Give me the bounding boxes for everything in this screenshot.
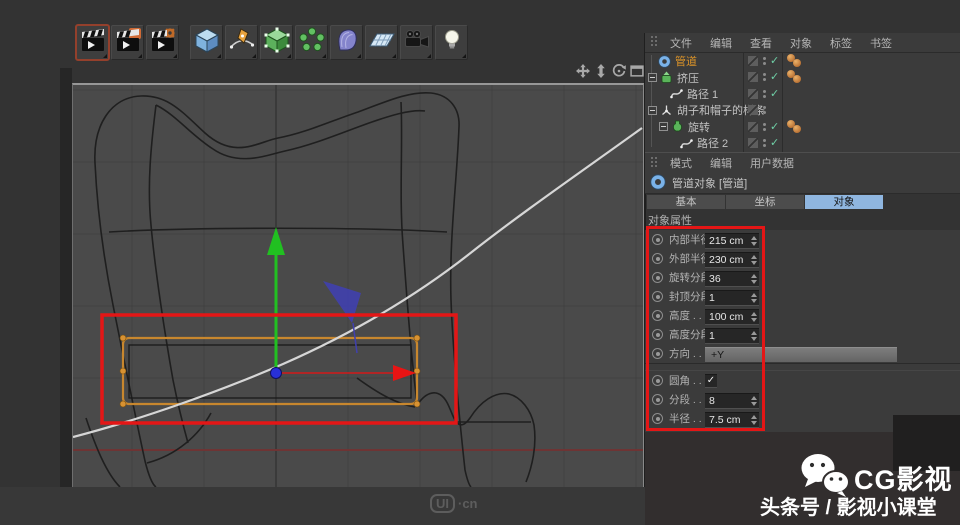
cube-icon [194, 27, 220, 58]
tree-item-extrude[interactable]: 挤压 ✓ [645, 69, 960, 85]
lathe-object-icon [671, 120, 684, 133]
enable-check-icon[interactable]: ✓ [770, 120, 779, 133]
enable-check-icon[interactable]: ✓ [770, 54, 779, 67]
enable-check-icon[interactable]: ✓ [770, 70, 779, 83]
tree-item-null-group[interactable]: 胡子和帽子的样条 [645, 102, 960, 118]
uicn-watermark: UI ·cn [430, 494, 478, 513]
enable-check-icon[interactable]: ✓ [770, 87, 779, 100]
tree-item-path1[interactable]: 路径 1 ✓ [645, 86, 960, 102]
visibility-dots[interactable] [763, 73, 766, 82]
menu-view[interactable]: 查看 [741, 35, 781, 51]
menu-edit2[interactable]: 编辑 [701, 155, 741, 171]
viewport-canvas [72, 85, 643, 523]
render-picture-viewer-button[interactable] [111, 25, 144, 60]
tree-item-path2[interactable]: 路径 2 ✓ [645, 135, 960, 151]
brand-subtitle: 头条号 / 影视小课堂 [760, 497, 937, 519]
menu-file[interactable]: 文件 [661, 35, 701, 51]
layer-toggle[interactable] [748, 121, 758, 132]
tube-object-icon [650, 173, 666, 193]
null-object-icon [660, 104, 673, 117]
hat-wireframe [85, 91, 536, 488]
extrude-object-icon [660, 71, 673, 84]
brand-watermark: CG影视 头条号 / 影视小课堂 [756, 446, 960, 525]
material-tag[interactable] [793, 59, 801, 67]
deformer-button[interactable] [330, 25, 363, 60]
visibility-dots[interactable] [763, 106, 766, 115]
tube-object-icon [658, 54, 671, 68]
visibility-dots[interactable] [763, 122, 766, 131]
cinema4d-window: 文件 编辑 查看 对象 标签 书签 管道 ✓ 挤压 ✓ 路径 1 ✓ 胡子和帽子… [0, 0, 960, 525]
ui-badge: UI [430, 494, 455, 513]
material-tag[interactable] [793, 124, 801, 133]
viewport-controls [574, 63, 644, 83]
visibility-dots[interactable] [763, 138, 766, 147]
dolly-icon[interactable] [594, 63, 608, 83]
clapperboard-gear-icon [150, 28, 176, 57]
clapperboard-icon [80, 28, 106, 57]
menu-bookmarks[interactable]: 书签 [861, 35, 901, 51]
rotate-icon[interactable] [612, 63, 626, 83]
floor-grid-icon [368, 27, 395, 58]
lightbulb-icon [439, 27, 465, 58]
material-tag[interactable] [793, 75, 801, 84]
camera-button[interactable] [400, 25, 433, 60]
pen-icon [229, 27, 255, 58]
make-editable-button[interactable] [260, 25, 293, 60]
object-title-text: 管道对象 [管道] [672, 178, 748, 190]
front-viewport[interactable] [72, 83, 644, 523]
attributes-annotation-rect [646, 226, 765, 431]
render-view-button[interactable] [75, 24, 110, 61]
layer-toggle[interactable] [748, 105, 758, 116]
editable-cube-icon [264, 27, 290, 58]
enable-check-icon[interactable]: ✓ [770, 136, 779, 149]
attribute-manager-menubar: 模式 编辑 用户数据 [645, 152, 960, 174]
array-modeling-button[interactable] [295, 25, 328, 60]
clapperboard-picture-icon [115, 28, 141, 57]
layer-toggle[interactable] [748, 72, 758, 83]
pipe-handles [119, 334, 421, 408]
tree-item-lathe[interactable]: 旋转 ✓ [645, 119, 960, 135]
maximize-view-icon[interactable] [630, 64, 644, 83]
layer-toggle[interactable] [748, 88, 758, 99]
ui-suffix: ·cn [458, 496, 478, 511]
layer-toggle[interactable] [748, 137, 758, 148]
floor-button[interactable] [365, 25, 398, 60]
attribute-tabs: 基本 坐标 对象 [647, 195, 960, 209]
spline-object-icon [670, 87, 683, 100]
deformer-icon [334, 27, 360, 58]
tab-coordinates[interactable]: 坐标 [726, 195, 804, 209]
add-cube-button[interactable] [190, 25, 223, 60]
menu-tags[interactable]: 标签 [821, 35, 861, 51]
visibility-dots[interactable] [763, 57, 766, 65]
object-tree: 管道 ✓ 挤压 ✓ 路径 1 ✓ 胡子和帽子的样条 旋转 ✓ 路径 2 ✓ [645, 53, 960, 152]
tab-object[interactable]: 对象 [805, 195, 883, 209]
collapse-expander[interactable] [659, 122, 668, 132]
collapse-expander[interactable] [648, 105, 657, 115]
pan-icon[interactable] [576, 63, 590, 83]
grip-icon[interactable] [650, 156, 659, 171]
camera-icon [404, 27, 430, 58]
object-manager-menubar: 文件 编辑 查看 对象 标签 书签 [645, 33, 960, 53]
menu-edit[interactable]: 编辑 [701, 35, 741, 51]
grip-icon[interactable] [650, 35, 659, 50]
viewport-left-gutter [60, 68, 72, 487]
main-toolbar [75, 24, 468, 61]
menu-mode[interactable]: 模式 [661, 155, 701, 171]
spline-object-icon [680, 137, 693, 150]
tree-item-pipe[interactable]: 管道 ✓ [645, 53, 960, 69]
gizmo-origin [270, 367, 282, 379]
layer-toggle[interactable] [748, 56, 758, 66]
light-button[interactable] [435, 25, 468, 60]
menu-user-data[interactable]: 用户数据 [741, 155, 803, 171]
visibility-dots[interactable] [763, 89, 766, 98]
array-icon [298, 27, 325, 58]
tab-basic[interactable]: 基本 [647, 195, 725, 209]
spline-pen-button[interactable] [225, 25, 258, 60]
collapse-expander[interactable] [648, 73, 657, 83]
render-settings-button[interactable] [146, 25, 179, 60]
menu-objects[interactable]: 对象 [781, 35, 821, 51]
attribute-object-title: 管道对象 [管道] [645, 173, 960, 194]
